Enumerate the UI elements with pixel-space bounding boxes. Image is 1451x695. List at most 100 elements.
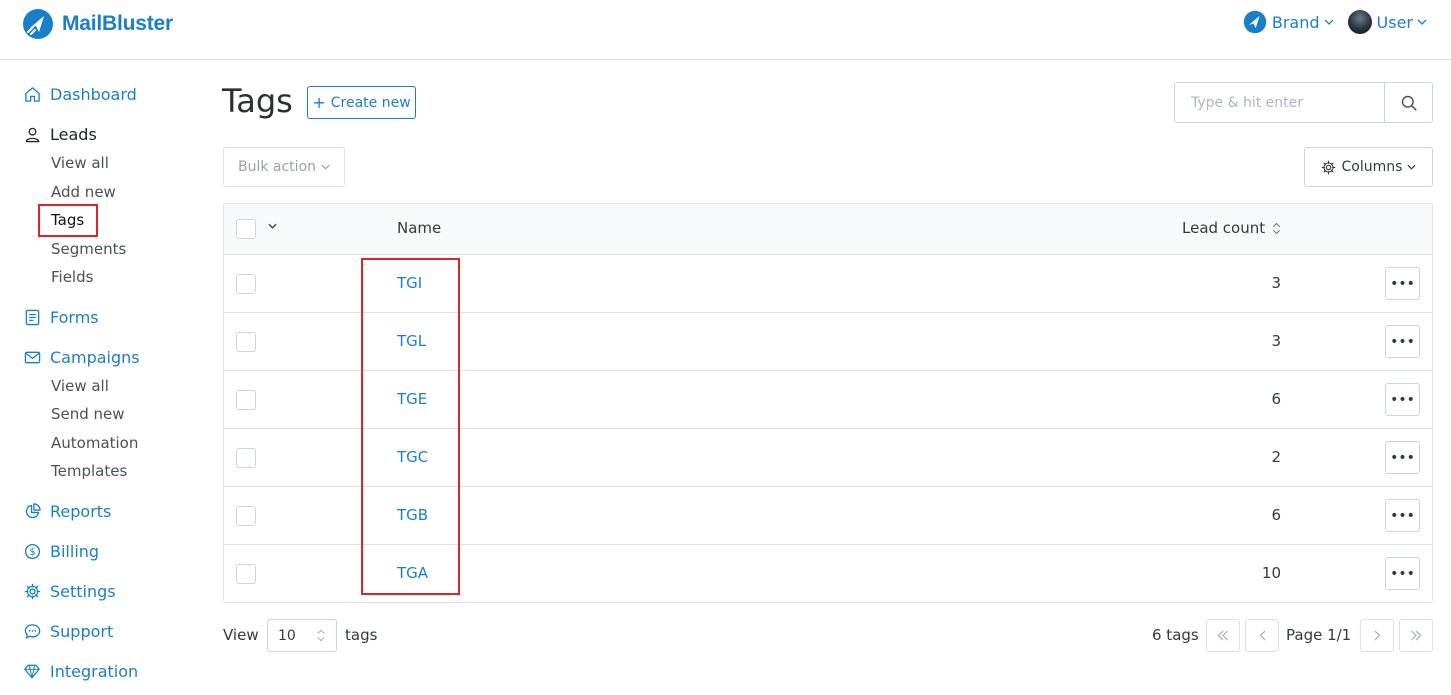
highlight-box-tags — [38, 204, 98, 237]
row-checkbox[interactable] — [236, 332, 256, 352]
spinner-icon — [316, 628, 326, 647]
row-actions-button[interactable]: ••• — [1385, 441, 1420, 474]
pie-chart-icon — [22, 501, 42, 521]
row-actions-button[interactable]: ••• — [1385, 325, 1420, 358]
chevron-right-icon — [1374, 630, 1380, 641]
sidebar-item-label: Forms — [50, 307, 99, 327]
table-header: Name Lead count — [224, 204, 1432, 255]
sidebar-item-settings[interactable]: Settings — [22, 581, 116, 601]
row-checkbox[interactable] — [236, 506, 256, 526]
sidebar-subitem-automation[interactable]: Automation — [51, 434, 138, 452]
user-menu[interactable]: User — [1347, 10, 1427, 34]
column-header-name: Name — [397, 219, 442, 237]
lead-count-value: 2 — [1271, 448, 1281, 466]
chevron-left-icon — [1259, 630, 1265, 641]
highlight-box-tag-names — [361, 258, 460, 595]
sidebar-item-integration[interactable]: Integration — [22, 661, 138, 681]
column-header-lead-count[interactable]: Lead count — [1182, 219, 1281, 237]
more-icon: ••• — [1390, 275, 1415, 292]
columns-label: Columns — [1341, 159, 1403, 175]
chat-icon — [22, 621, 42, 641]
next-page-button[interactable] — [1360, 619, 1394, 652]
sidebar-item-label: Settings — [50, 581, 116, 601]
lead-count-value: 6 — [1271, 506, 1281, 524]
row-actions-button[interactable]: ••• — [1385, 267, 1420, 300]
row-actions-button[interactable]: ••• — [1385, 557, 1420, 590]
lead-count-value: 10 — [1261, 564, 1281, 582]
sidebar-subitem-leads-view-all[interactable]: View all — [51, 154, 109, 172]
user-icon — [22, 124, 42, 144]
chevron-down-icon — [1324, 17, 1334, 28]
sidebar-subitem-segments[interactable]: Segments — [51, 240, 126, 258]
double-chevron-right-icon — [1411, 630, 1422, 641]
row-actions-button[interactable]: ••• — [1385, 499, 1420, 532]
gear-icon — [22, 581, 42, 601]
per-page-value: 10 — [278, 627, 296, 644]
double-chevron-left-icon — [1217, 630, 1228, 641]
prev-page-button[interactable] — [1245, 619, 1279, 652]
more-icon: ••• — [1390, 391, 1415, 408]
sidebar-subitem-send-new[interactable]: Send new — [51, 405, 125, 423]
per-page-select[interactable]: 10 — [267, 619, 337, 652]
brand-menu[interactable]: Brand — [1243, 10, 1334, 34]
view-label: View — [223, 626, 259, 644]
sidebar-item-support[interactable]: Support — [22, 621, 113, 641]
first-page-button[interactable] — [1206, 619, 1240, 652]
sort-icon — [1272, 222, 1281, 235]
row-actions-button[interactable]: ••• — [1385, 383, 1420, 416]
brand-logo-icon — [1243, 10, 1267, 34]
search-input[interactable] — [1175, 83, 1385, 122]
row-checkbox[interactable] — [236, 390, 256, 410]
chevron-down-icon — [1407, 164, 1416, 170]
user-label: User — [1376, 12, 1413, 32]
last-page-button[interactable] — [1399, 619, 1433, 652]
sidebar-item-label: Dashboard — [50, 84, 137, 104]
bulk-action-dropdown[interactable]: Bulk action — [223, 147, 345, 187]
page-indicator: Page 1/1 — [1286, 626, 1352, 644]
sidebar-item-billing[interactable]: $ Billing — [22, 541, 99, 561]
sidebar-item-label: Reports — [50, 501, 112, 521]
brand-label: Brand — [1271, 12, 1320, 32]
gear-icon — [1321, 160, 1336, 175]
sidebar-item-label: Integration — [50, 661, 139, 681]
mailbluster-logo-icon — [23, 9, 53, 39]
more-icon: ••• — [1390, 333, 1415, 350]
plus-icon: + — [312, 93, 326, 112]
row-checkbox[interactable] — [236, 448, 256, 468]
sidebar-subitem-leads-add-new[interactable]: Add new — [51, 183, 116, 201]
sidebar-subitem-campaigns-view-all[interactable]: View all — [51, 377, 109, 395]
columns-dropdown[interactable]: Columns — [1304, 147, 1433, 187]
sidebar-item-campaigns[interactable]: Campaigns — [22, 347, 140, 367]
sidebar-item-label: Billing — [50, 541, 100, 561]
app-logo[interactable]: MailBluster — [22, 8, 173, 40]
sidebar-subitem-fields[interactable]: Fields — [51, 268, 93, 286]
row-checkbox[interactable] — [236, 274, 256, 294]
sidebar-subitem-templates[interactable]: Templates — [51, 462, 127, 480]
lead-count-value: 3 — [1271, 332, 1281, 350]
dollar-icon: $ — [22, 541, 42, 561]
bulk-action-label: Bulk action — [237, 159, 317, 175]
form-icon — [22, 307, 42, 327]
sidebar-item-label: Support — [50, 621, 114, 641]
sidebar-item-dashboard[interactable]: Dashboard — [22, 84, 137, 104]
row-checkbox[interactable] — [236, 564, 256, 584]
lead-count-value: 6 — [1271, 390, 1281, 408]
chevron-down-icon — [1417, 17, 1427, 28]
search-icon — [1401, 95, 1417, 111]
avatar — [1347, 10, 1372, 34]
search-button[interactable] — [1384, 83, 1432, 122]
page-title: Tags — [222, 82, 293, 120]
diamond-icon — [22, 661, 42, 681]
more-icon: ••• — [1390, 565, 1415, 582]
envelope-icon — [22, 347, 42, 367]
select-all-checkbox[interactable] — [236, 219, 256, 239]
sidebar-item-forms[interactable]: Forms — [22, 307, 99, 327]
tags-label: tags — [345, 626, 378, 644]
select-menu-chevron-icon[interactable] — [268, 223, 277, 229]
sidebar-item-reports[interactable]: Reports — [22, 501, 111, 521]
sidebar-item-label: Campaigns — [50, 347, 140, 367]
create-new-button[interactable]: + Create new — [307, 86, 416, 119]
lead-count-value: 3 — [1271, 274, 1281, 292]
sidebar-item-label: Leads — [50, 124, 97, 144]
sidebar-item-leads[interactable]: Leads — [22, 124, 97, 144]
